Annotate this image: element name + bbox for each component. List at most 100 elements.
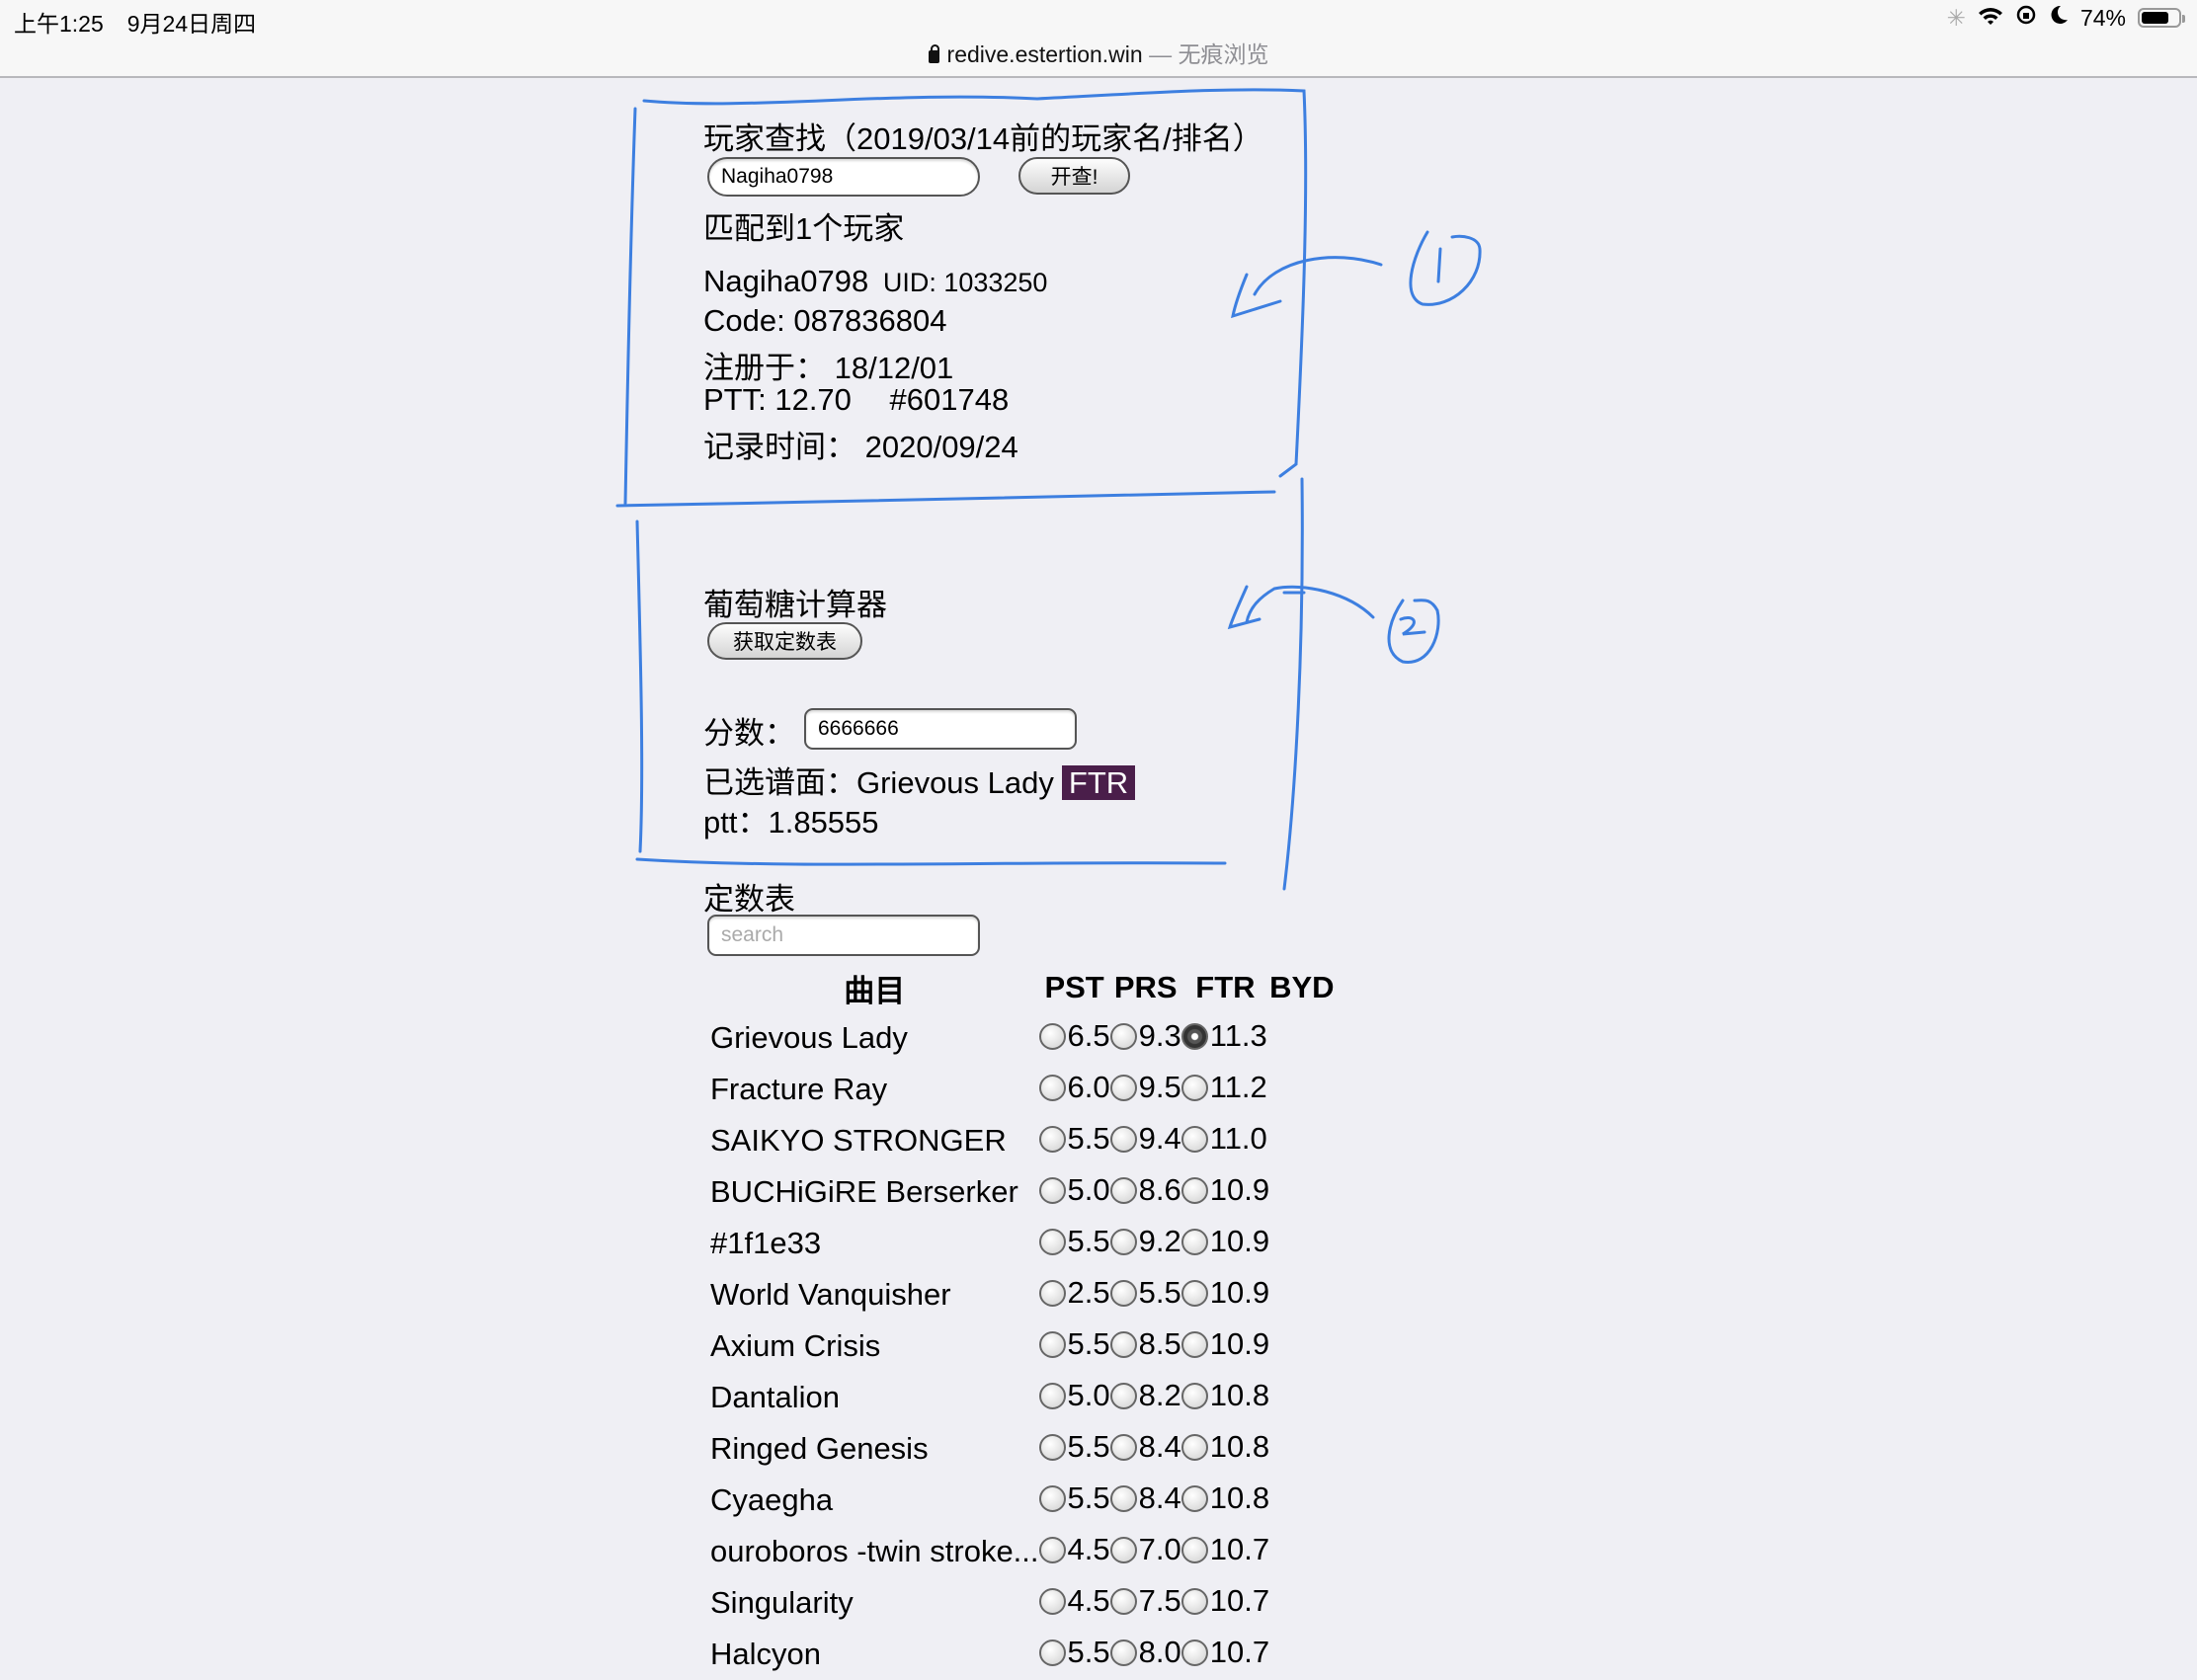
selected-song: Grievous Lady (856, 765, 1054, 800)
ptt-value: 1.85555 (768, 805, 879, 840)
fetch-constants-button[interactable]: 获取定数表 (707, 622, 862, 660)
cell-ftr: 11.2 (1180, 1064, 1269, 1115)
radio-ftr[interactable] (1180, 1228, 1208, 1255)
radio-pst[interactable] (1038, 1536, 1066, 1563)
score-input[interactable]: 6666666 (804, 708, 1077, 750)
radio-ftr[interactable] (1180, 1536, 1208, 1563)
radio-prs[interactable] (1109, 1484, 1137, 1512)
radio-prs[interactable] (1109, 1228, 1137, 1255)
constants-table: 曲目 PST PRS FTR BYD Grievous Lady 6.5 9.3 11… (703, 963, 1335, 1680)
cell-prs: 8.5 (1109, 1320, 1181, 1372)
radio-ftr[interactable] (1180, 1074, 1208, 1101)
radio-prs[interactable] (1109, 1382, 1137, 1409)
cell-ftr: 10.9 (1180, 1166, 1270, 1218)
radio-prs[interactable] (1109, 1279, 1137, 1307)
cell-pst: 5.5 (1038, 1218, 1110, 1269)
cell-prs: 8.6 (1109, 1166, 1181, 1218)
radio-pst[interactable] (1038, 1022, 1066, 1050)
player-rank: #601748 (889, 382, 1010, 417)
status-time: 上午1:25 (14, 11, 104, 37)
radio-ftr[interactable] (1180, 1587, 1208, 1615)
radio-pst[interactable] (1038, 1176, 1066, 1204)
song-name: Fracture Ray (710, 1072, 888, 1106)
cell-prs: 9.3 (1109, 1012, 1181, 1064)
song-search-input[interactable]: search (707, 915, 980, 956)
search-player-button[interactable]: 开查! (1018, 157, 1130, 195)
radio-pst[interactable] (1038, 1330, 1066, 1358)
constant-value-pst: 5.0 (1067, 1172, 1110, 1208)
cell-pst: 6.0 (1038, 1064, 1110, 1115)
radio-prs[interactable] (1109, 1433, 1137, 1461)
radio-prs[interactable] (1109, 1587, 1137, 1615)
radio-prs[interactable] (1109, 1639, 1137, 1666)
constant-value-pst: 5.5 (1067, 1326, 1110, 1362)
radio-ftr[interactable] (1180, 1125, 1208, 1153)
radio-ftr[interactable] (1180, 1330, 1208, 1358)
song-name: Dantalion (710, 1380, 840, 1414)
constant-value-pst: 2.5 (1067, 1275, 1110, 1311)
cell-ftr: 11.0 (1180, 1115, 1269, 1166)
constant-value-pst: 5.5 (1067, 1480, 1110, 1516)
constant-value-ftr: 11.0 (1209, 1121, 1267, 1157)
constant-value-prs: 9.2 (1138, 1224, 1181, 1259)
battery-icon (2138, 8, 2185, 28)
radio-pst[interactable] (1038, 1484, 1066, 1512)
constant-value-pst: 5.5 (1067, 1121, 1110, 1157)
radio-pst[interactable] (1038, 1587, 1066, 1615)
radio-pst[interactable] (1038, 1125, 1066, 1153)
radio-prs[interactable] (1109, 1176, 1137, 1204)
constant-value-prs: 8.2 (1138, 1378, 1181, 1413)
cell-pst: 5.5 (1038, 1115, 1110, 1166)
radio-ftr[interactable] (1180, 1433, 1208, 1461)
song-name: BUCHiGiRE Berserker (710, 1174, 1018, 1209)
radio-pst[interactable] (1038, 1228, 1066, 1255)
constant-value-ftr: 10.7 (1209, 1583, 1270, 1619)
radio-pst[interactable] (1038, 1074, 1066, 1101)
song-name: Halcyon (710, 1637, 821, 1671)
annotation-arrow-2 (1227, 585, 1375, 630)
radio-prs[interactable] (1109, 1022, 1137, 1050)
cell-ftr: 10.9 (1180, 1218, 1270, 1269)
radio-ftr[interactable] (1180, 1484, 1208, 1512)
constant-value-ftr: 10.9 (1209, 1172, 1270, 1208)
constant-value-prs: 9.3 (1138, 1018, 1181, 1054)
radio-prs[interactable] (1109, 1536, 1137, 1563)
constant-value-ftr: 11.2 (1209, 1070, 1267, 1105)
cell-ftr: 10.9 (1180, 1320, 1270, 1372)
radio-prs[interactable] (1109, 1074, 1137, 1101)
song-name: Singularity (710, 1585, 854, 1620)
orientation-lock-icon (2015, 4, 2037, 32)
constant-value-ftr: 10.9 (1209, 1224, 1270, 1259)
player-search-input[interactable]: Nagiha0798 (707, 157, 980, 197)
player-search-title: 玩家查找（2019/03/14前的玩家名/排名） (703, 121, 1263, 156)
constant-value-pst: 5.5 (1067, 1224, 1110, 1259)
status-bar-right: ✳ 74% (1947, 4, 2185, 32)
radio-pst[interactable] (1038, 1279, 1066, 1307)
radio-ftr[interactable] (1180, 1639, 1208, 1666)
song-name: #1f1e33 (710, 1226, 822, 1260)
table-row: BUCHiGiRE Berserker 5.0 8.6 10.9 (703, 1166, 1335, 1218)
private-mode-label: — 无痕浏览 (1149, 41, 1269, 67)
constant-value-ftr: 11.3 (1209, 1018, 1267, 1054)
selected-difficulty-badge: FTR (1061, 765, 1136, 800)
table-row: Grievous Lady 6.5 9.3 11.3 (703, 1012, 1335, 1064)
radio-pst[interactable] (1038, 1433, 1066, 1461)
radio-pst[interactable] (1038, 1382, 1066, 1409)
radio-ftr[interactable] (1180, 1279, 1208, 1307)
cell-byd (1269, 1218, 1334, 1269)
lock-icon (928, 44, 939, 63)
radio-pst[interactable] (1038, 1639, 1066, 1666)
search-placeholder: search (721, 923, 784, 946)
table-row: #1f1e33 5.5 9.2 10.9 (703, 1218, 1335, 1269)
constant-value-ftr: 10.9 (1209, 1326, 1270, 1362)
cell-prs: 7.5 (1109, 1577, 1181, 1629)
radio-ftr[interactable] (1180, 1022, 1208, 1050)
annotation-circle-1 (1409, 230, 1482, 306)
table-header-row: 曲目 PST PRS FTR BYD (703, 963, 1334, 1012)
url-text: redive.estertion.win (946, 41, 1143, 67)
radio-prs[interactable] (1109, 1125, 1137, 1153)
address-bar[interactable]: redive.estertion.win — 无痕浏览 (0, 36, 2197, 69)
radio-ftr[interactable] (1180, 1176, 1208, 1204)
radio-prs[interactable] (1109, 1330, 1137, 1358)
radio-ftr[interactable] (1180, 1382, 1208, 1409)
